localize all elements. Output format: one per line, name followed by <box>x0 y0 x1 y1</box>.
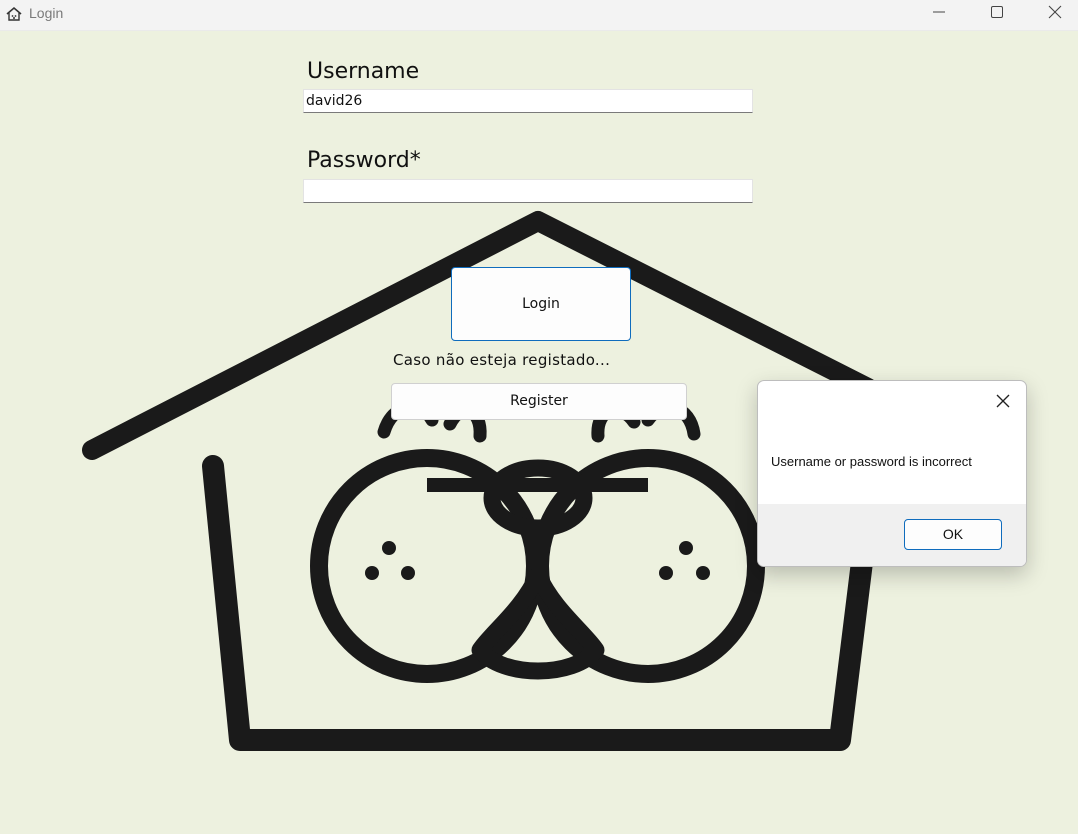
register-hint: Caso não esteja registado... <box>393 351 611 369</box>
error-dialog: Username or password is incorrect OK <box>757 380 1027 567</box>
close-button[interactable] <box>1026 0 1078 30</box>
title-bar: Login <box>0 0 1078 31</box>
username-label: Username <box>307 59 420 84</box>
house-icon <box>6 6 22 21</box>
username-input[interactable]: david26 <box>303 89 753 113</box>
dialog-close-button[interactable] <box>990 388 1016 414</box>
dialog-message: Username or password is incorrect <box>771 454 972 469</box>
password-input[interactable] <box>303 179 753 203</box>
register-button[interactable]: Register <box>391 383 687 420</box>
minimize-icon <box>933 11 945 13</box>
ok-button[interactable]: OK <box>904 519 1002 550</box>
minimize-button[interactable] <box>910 0 968 30</box>
maximize-button[interactable] <box>968 0 1026 30</box>
close-icon <box>996 394 1010 408</box>
window-title: Login <box>29 5 64 21</box>
close-icon <box>1048 5 1062 19</box>
dialog-footer: OK <box>758 504 1026 566</box>
password-label: Password* <box>307 148 421 173</box>
login-button[interactable]: Login <box>451 267 631 341</box>
maximize-icon <box>991 6 1003 18</box>
